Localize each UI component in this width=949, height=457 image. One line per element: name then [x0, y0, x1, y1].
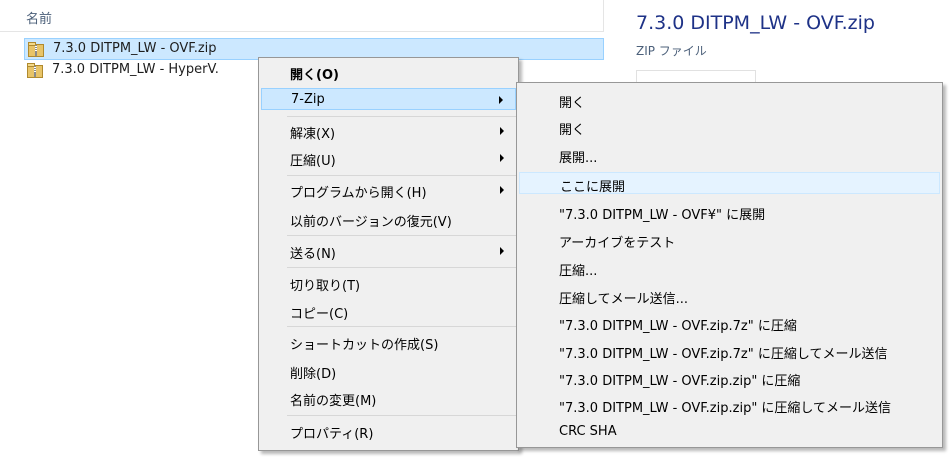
zip-file-icon — [28, 42, 44, 57]
menu-separator — [287, 326, 516, 327]
menu-item-label: 開く — [559, 96, 586, 111]
zip-item-compress-email[interactable]: 圧縮してメール送信... — [519, 285, 940, 307]
menu-separator — [287, 415, 516, 416]
menu-item-label: 圧縮(U) — [290, 154, 336, 169]
menu-item-label: コピー(C) — [290, 307, 349, 322]
zip-item-open-2[interactable]: 開く — [519, 116, 940, 138]
menu-item-label: 名前の変更(M) — [290, 394, 377, 409]
zip-item-open[interactable]: 開く — [519, 89, 940, 111]
zip-item-add-to-zip-email[interactable]: "7.3.0 DITPM_LW - OVF.zip.zip" に圧縮してメール送… — [519, 394, 940, 416]
menu-item-label: 削除(D) — [290, 367, 337, 382]
menu-item-open[interactable]: 開く(O) — [261, 61, 516, 83]
menu-separator — [287, 116, 516, 117]
menu-item-label: "7.3.0 DITPM_LW - OVF¥" に展開 — [559, 208, 766, 223]
menu-item-label: 切り取り(T) — [290, 279, 361, 294]
menu-item-label: 送る(N) — [290, 247, 336, 262]
menu-item-restore-versions[interactable]: 以前のバージョンの復元(V) — [261, 208, 516, 230]
column-divider[interactable] — [603, 0, 604, 32]
menu-item-label: CRC SHA — [559, 424, 617, 439]
zip-file-icon — [27, 63, 43, 78]
chevron-right-icon — [500, 186, 504, 194]
chevron-right-icon — [500, 127, 504, 135]
menu-item-label: "7.3.0 DITPM_LW - OVF.zip.7z" に圧縮 — [559, 319, 797, 334]
menu-item-label: 展開... — [559, 151, 598, 166]
menu-item-label: 開く(O) — [290, 68, 339, 83]
menu-item-cut[interactable]: 切り取り(T) — [261, 272, 516, 294]
menu-separator — [287, 175, 516, 176]
menu-item-label: "7.3.0 DITPM_LW - OVF.zip.7z" に圧縮してメール送信 — [559, 347, 888, 362]
menu-item-label: 以前のバージョンの復元(V) — [290, 215, 452, 230]
menu-item-rename[interactable]: 名前の変更(M) — [261, 387, 516, 409]
context-menu: 開く(O) 7-Zip 解凍(X) 圧縮(U) プログラムから開く(H) 以前の… — [258, 57, 519, 451]
menu-item-label: 7-Zip — [291, 92, 325, 107]
menu-item-extract[interactable]: 解凍(X) — [261, 120, 516, 142]
zip-item-add-to-zip[interactable]: "7.3.0 DITPM_LW - OVF.zip.zip" に圧縮 — [519, 367, 940, 389]
menu-item-label: ここに展開 — [560, 180, 626, 195]
menu-item-label: "7.3.0 DITPM_LW - OVF.zip.zip" に圧縮してメール送… — [559, 401, 892, 416]
menu-item-properties[interactable]: プロパティ(R) — [261, 420, 516, 442]
menu-item-open-with[interactable]: プログラムから開く(H) — [261, 179, 516, 201]
menu-item-label: アーカイブをテスト — [559, 236, 676, 251]
name-column-label: 名前 — [26, 12, 53, 27]
zip-item-add-to-7z-email[interactable]: "7.3.0 DITPM_LW - OVF.zip.7z" に圧縮してメール送信 — [519, 340, 940, 362]
zip-item-add-to-archive[interactable]: 圧縮... — [519, 257, 940, 279]
file-name: 7.3.0 DITPM_LW - OVF.zip — [53, 41, 217, 56]
chevron-right-icon — [500, 154, 504, 162]
menu-item-7zip[interactable]: 7-Zip — [261, 88, 516, 110]
menu-item-copy[interactable]: コピー(C) — [261, 300, 516, 322]
chevron-right-icon — [500, 247, 504, 255]
menu-item-label: プログラムから開く(H) — [290, 186, 427, 201]
menu-separator — [287, 235, 516, 236]
menu-item-create-shortcut[interactable]: ショートカットの作成(S) — [261, 331, 516, 353]
menu-item-send-to[interactable]: 送る(N) — [261, 240, 516, 262]
zip-item-crc-sha[interactable]: CRC SHA — [519, 421, 940, 443]
menu-item-label: ショートカットの作成(S) — [290, 338, 439, 353]
menu-item-label: 圧縮... — [559, 264, 598, 279]
name-column-header[interactable]: 名前 — [0, 0, 603, 32]
menu-item-label: "7.3.0 DITPM_LW - OVF.zip.zip" に圧縮 — [559, 374, 801, 389]
preview-title: 7.3.0 DITPM_LW - OVF.zip — [636, 12, 875, 34]
preview-file-type: ZIP ファイル — [636, 44, 707, 58]
file-name: 7.3.0 DITPM_LW - HyperV. — [52, 62, 219, 77]
menu-item-delete[interactable]: 削除(D) — [261, 360, 516, 382]
zip-item-extract-here[interactable]: ここに展開 — [519, 172, 940, 195]
menu-item-label: 開く — [559, 123, 586, 138]
zip-item-test-archive[interactable]: アーカイブをテスト — [519, 229, 940, 251]
menu-item-compress[interactable]: 圧縮(U) — [261, 147, 516, 169]
menu-item-label: プロパティ(R) — [290, 427, 374, 442]
zip-item-extract-files[interactable]: 展開... — [519, 144, 940, 166]
zip-item-add-to-7z[interactable]: "7.3.0 DITPM_LW - OVF.zip.7z" に圧縮 — [519, 312, 940, 334]
menu-separator — [287, 267, 516, 268]
chevron-right-icon — [499, 96, 503, 104]
menu-item-label: 圧縮してメール送信... — [559, 292, 689, 307]
menu-item-label: 解凍(X) — [290, 127, 336, 142]
zip-item-extract-to-folder[interactable]: "7.3.0 DITPM_LW - OVF¥" に展開 — [519, 201, 940, 223]
7zip-submenu: 開く 開く 展開... ここに展開 "7.3.0 DITPM_LW - OVF¥… — [516, 82, 943, 448]
